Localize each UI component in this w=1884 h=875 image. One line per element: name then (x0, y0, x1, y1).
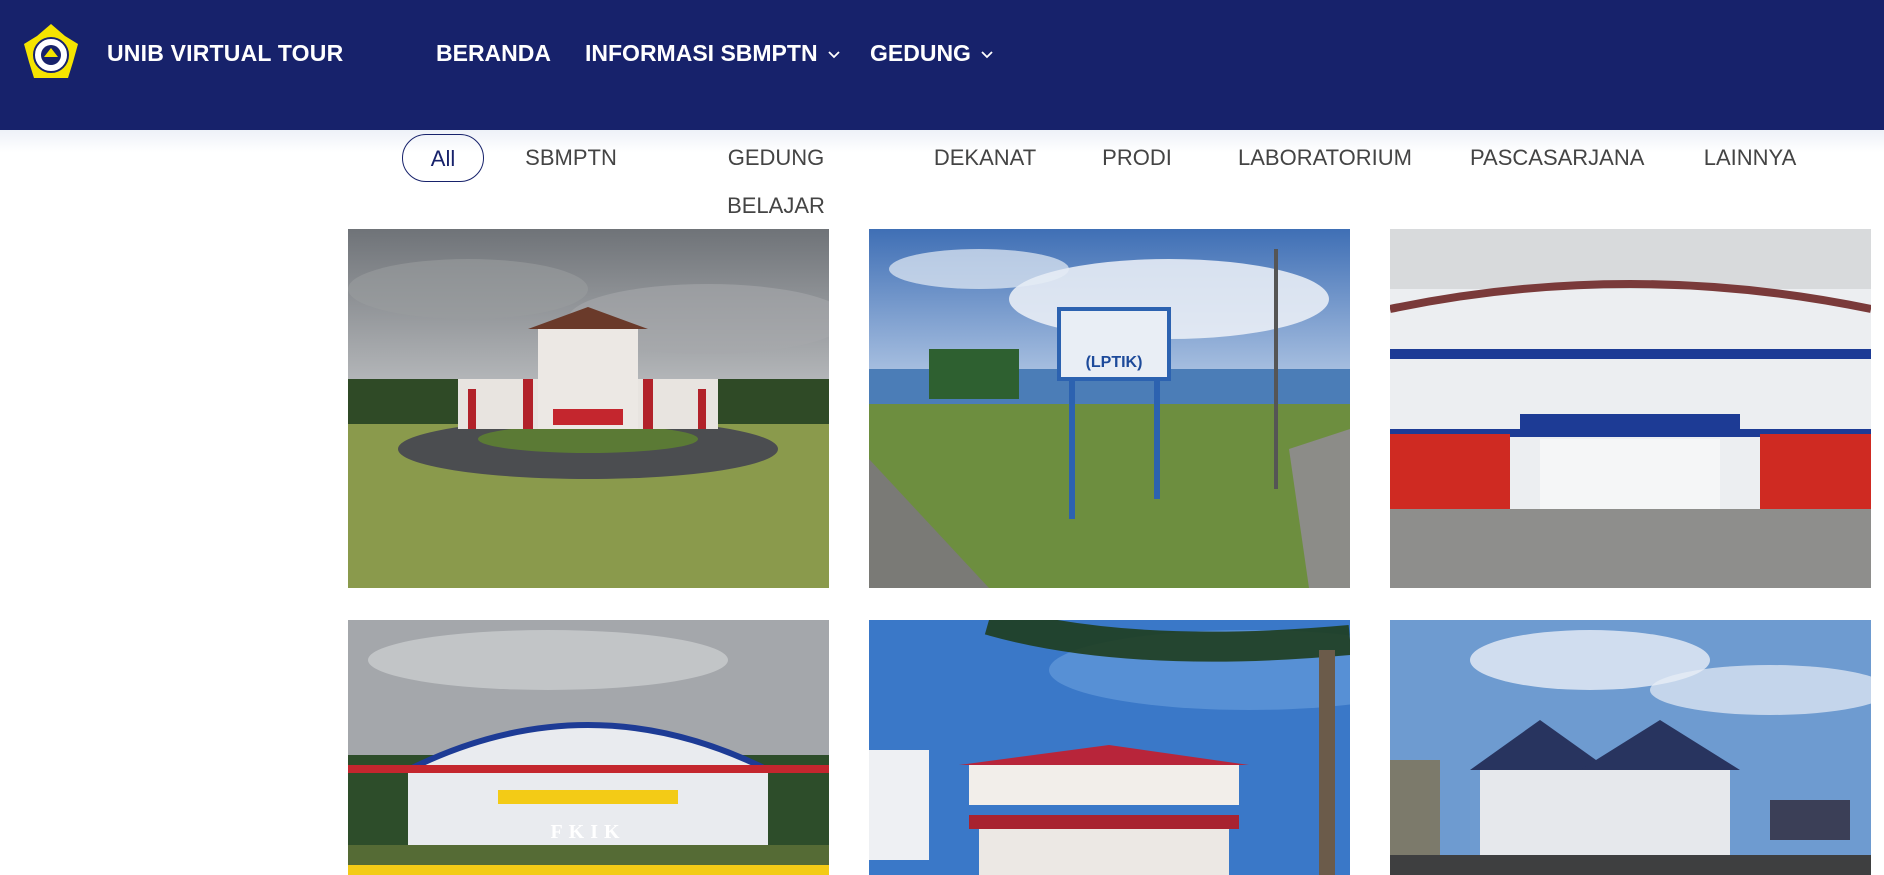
top-navbar: UNIB VIRTUAL TOUR BERANDA INFORMASI SBMP… (0, 0, 1884, 130)
filter-prodi[interactable]: PRODI (1096, 134, 1178, 182)
menu-beranda-label: BERANDA (436, 40, 551, 66)
filter-laboratorium[interactable]: LABORATORIUM (1236, 134, 1414, 182)
unib-logo-icon[interactable] (20, 22, 82, 84)
filter-lainnya[interactable]: LAINNYA (1696, 134, 1804, 182)
brand-title[interactable]: UNIB VIRTUAL TOUR (107, 40, 343, 67)
blue-roof-building-photo (1390, 620, 1871, 875)
chevron-down-icon (827, 50, 840, 58)
rectorate-photo (348, 229, 829, 588)
gallery-card-rectorate[interactable] (348, 229, 829, 588)
filter-gedung-belajar[interactable]: GEDUNG BELAJAR (680, 134, 872, 218)
menu-beranda[interactable]: BERANDA (436, 40, 551, 67)
menu-informasi-sbmptn-label: INFORMASI SBMPTN (585, 40, 818, 66)
menu-gedung[interactable]: GEDUNG (870, 40, 995, 67)
svg-text:(LPTIK): (LPTIK) (1086, 354, 1143, 371)
gallery-card-blue-roof-building[interactable] (1390, 620, 1871, 875)
filter-dekanat[interactable]: DEKANAT (928, 134, 1042, 182)
filter-all[interactable]: All (402, 134, 484, 182)
chevron-down-icon (981, 50, 993, 58)
svg-text:FKIK: FKIK (550, 821, 625, 843)
menu-informasi-sbmptn[interactable]: INFORMASI SBMPTN (585, 40, 842, 67)
filter-sbmptn[interactable]: SBMPTN (520, 134, 622, 182)
gallery-card-white-blue-building[interactable] (1390, 229, 1871, 588)
menu-gedung-label: GEDUNG (870, 40, 971, 66)
lptik-photo: (LPTIK) (869, 229, 1350, 588)
gallery-card-fkik[interactable]: FKIK (348, 620, 829, 875)
red-roof-building-photo (869, 620, 1350, 875)
white-blue-building-photo (1390, 229, 1871, 588)
fkik-photo: FKIK (348, 620, 829, 875)
gallery-card-lptik[interactable]: (LPTIK) (869, 229, 1350, 588)
filter-pascasarjana[interactable]: PASCASARJANA (1470, 134, 1644, 182)
gallery-card-red-roof-building[interactable] (869, 620, 1350, 875)
